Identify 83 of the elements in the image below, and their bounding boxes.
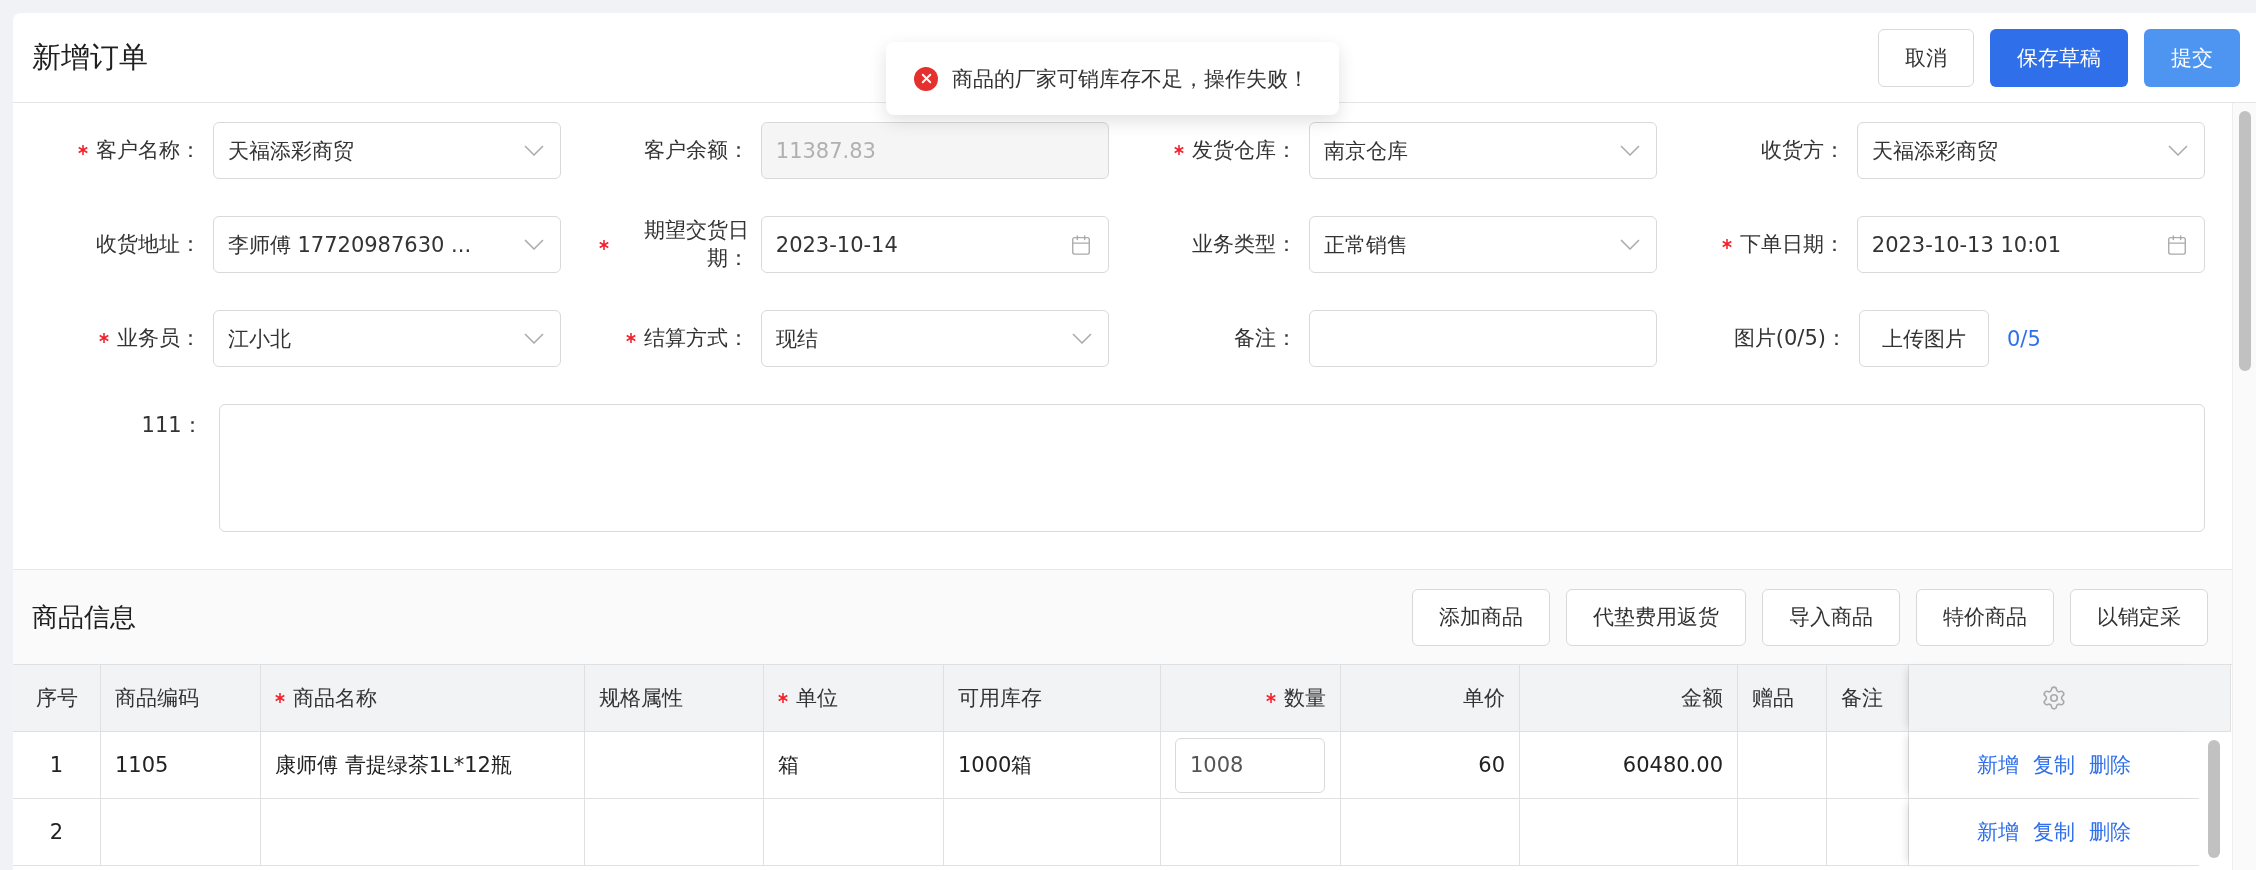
row-action-link[interactable]: 新增 xyxy=(1977,818,2019,846)
field-label: 期望交货日期： xyxy=(642,217,749,272)
table-cell: 1 xyxy=(13,732,101,799)
row-action-link[interactable]: 复制 xyxy=(2033,751,2075,779)
chevron-down-icon xyxy=(524,333,544,344)
select-field[interactable]: 天福添彩商贸 xyxy=(1856,122,2205,179)
field-label: 111： xyxy=(141,412,203,439)
calendar-icon xyxy=(1070,233,1092,256)
field-value: 现结 xyxy=(775,325,818,353)
table-cell: 康师傅 青提绿茶1L*12瓶 xyxy=(261,732,585,799)
column-title: 规格属性 xyxy=(599,685,683,712)
select-field[interactable]: 李师傅 17720987630 ... xyxy=(212,216,561,273)
field-label: 发货仓库： xyxy=(1191,136,1297,164)
row-action-link[interactable]: 删除 xyxy=(2089,751,2131,779)
select-field[interactable]: 正常销售 xyxy=(1308,216,1657,273)
column-title: 单位 xyxy=(796,685,838,712)
column-title: 商品编码 xyxy=(115,685,199,712)
select-field[interactable]: 天福添彩商贸 xyxy=(212,122,561,179)
table-cell: 60480.00 xyxy=(1520,732,1738,799)
table-cell: 2 xyxy=(13,799,101,866)
input-field[interactable] xyxy=(1308,310,1657,367)
column-title: 商品名称 xyxy=(293,685,377,712)
calendar-icon xyxy=(2166,233,2188,256)
header-button[interactable]: 保存草稿 xyxy=(1990,28,2128,87)
column-title: 备注 xyxy=(1841,685,1883,712)
column-title: 赠品 xyxy=(1752,685,1794,712)
quantity-input[interactable]: 1008 xyxy=(1175,737,1325,793)
row-action-link[interactable]: 新增 xyxy=(1977,751,2019,779)
field-value: 正常销售 xyxy=(1323,231,1408,259)
row-action-link[interactable]: 删除 xyxy=(2089,818,2131,846)
chevron-down-icon xyxy=(1620,145,1640,156)
toolbar-button[interactable]: 以销定采 xyxy=(2070,588,2208,646)
toolbar-button[interactable]: 代垫费用返货 xyxy=(1566,588,1746,646)
date-picker[interactable]: 2023-10-14 xyxy=(760,216,1109,273)
select-field[interactable]: 南京仓库 xyxy=(1308,122,1657,179)
page-title: 新增订单 xyxy=(32,38,148,76)
upload-button[interactable]: 上传图片 xyxy=(1859,310,1989,367)
field-label: 收货方： xyxy=(1760,136,1845,164)
field-value: 李师傅 17720987630 ... xyxy=(227,231,472,259)
field-value: 南京仓库 xyxy=(1323,137,1408,165)
field-label: 客户名称： xyxy=(95,136,201,164)
chevron-down-icon xyxy=(2168,145,2188,156)
settings-icon[interactable] xyxy=(2041,685,2067,711)
select-field[interactable]: 江小北 xyxy=(212,310,561,367)
header-button[interactable]: 取消 xyxy=(1878,28,1974,87)
field-label: 收货地址： xyxy=(95,230,201,258)
column-title: 序号 xyxy=(35,685,78,712)
field-label: 业务类型： xyxy=(1191,230,1297,258)
column-title: 数量 xyxy=(1284,685,1326,712)
chevron-down-icon xyxy=(1072,333,1092,344)
select-field[interactable]: 现结 xyxy=(760,310,1109,367)
column-title: 单价 xyxy=(1463,685,1505,712)
field-value: 2023-10-14 xyxy=(775,232,898,257)
table-cell: 1000箱 xyxy=(944,732,1161,799)
field-value: 2023-10-13 10:01 xyxy=(1871,232,2061,257)
chevron-down-icon xyxy=(524,145,544,156)
field-label: 备注： xyxy=(1233,324,1297,352)
toolbar-button[interactable]: 特价商品 xyxy=(1916,588,2054,646)
chevron-down-icon xyxy=(524,239,544,250)
table-cell: 60 xyxy=(1341,732,1520,799)
page-scrollbar[interactable] xyxy=(2232,103,2256,870)
table-cell: 箱 xyxy=(764,732,944,799)
chevron-down-icon xyxy=(1620,239,1640,250)
field-value: 天福添彩商贸 xyxy=(227,137,354,165)
row-action-link[interactable]: 复制 xyxy=(2033,818,2075,846)
table-cell: 1105 xyxy=(101,732,261,799)
section-title: 商品信息 xyxy=(32,600,136,634)
field-label: 客户余额： xyxy=(643,136,749,164)
toolbar-button[interactable]: 导入商品 xyxy=(1762,588,1900,646)
field-label: 业务员： xyxy=(116,324,201,352)
toast-message: 商品的厂家可销库存不足，操作失败！ xyxy=(952,65,1309,93)
field-label: 下单日期： xyxy=(1739,230,1845,258)
date-picker[interactable]: 2023-10-13 10:01 xyxy=(1856,216,2205,273)
field-value: 江小北 xyxy=(227,325,291,353)
column-title: 金额 xyxy=(1681,685,1723,712)
field-label: 图片(0/5)： xyxy=(1733,324,1847,352)
field-label: 结算方式： xyxy=(643,324,749,352)
textarea-field[interactable] xyxy=(218,404,2205,532)
column-title: 可用库存 xyxy=(958,685,1042,712)
field-value: 11387.83 xyxy=(775,138,876,163)
upload-count: 0/5 xyxy=(2007,326,2041,351)
field-value: 天福添彩商贸 xyxy=(1871,137,1998,165)
toolbar-button[interactable]: 添加商品 xyxy=(1412,588,1550,646)
